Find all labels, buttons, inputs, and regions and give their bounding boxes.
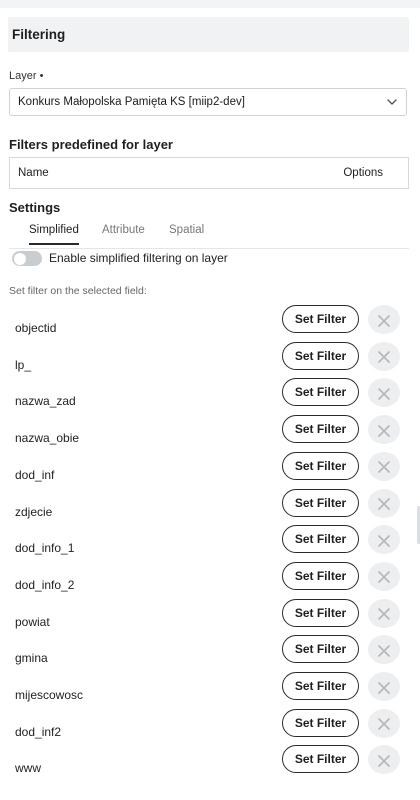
field-name: dod_inf: [15, 467, 55, 482]
predefined-filters-title: Filters predefined for layer: [9, 137, 173, 152]
clear-filter-button[interactable]: [368, 635, 400, 665]
panel-header: Filtering: [8, 17, 409, 52]
field-name: zdjecie: [15, 504, 53, 519]
close-icon: [378, 424, 390, 437]
settings-title: Settings: [9, 200, 61, 215]
field-row: mijescowosc Set Filter: [0, 669, 420, 705]
clear-filter-button[interactable]: [368, 415, 400, 445]
field-row: zdjecie Set Filter: [0, 486, 420, 522]
tab-simplified[interactable]: Simplified: [29, 224, 79, 245]
set-filter-button[interactable]: Set Filter: [282, 378, 359, 407]
field-row: dod_inf2 Set Filter: [0, 706, 420, 742]
close-icon: [378, 644, 390, 657]
predefined-filters-table: Name Options: [9, 157, 409, 189]
clear-filter-button[interactable]: [368, 451, 400, 481]
tab-attribute[interactable]: Attribute: [102, 224, 145, 236]
field-row: dod_inf Set Filter: [0, 449, 420, 485]
chevron-down-icon: [387, 99, 397, 105]
set-filter-button[interactable]: Set Filter: [282, 745, 359, 774]
close-icon: [378, 681, 390, 694]
clear-filter-button[interactable]: [368, 672, 400, 701]
field-name: mijescowosc: [15, 688, 84, 702]
clear-filter-button[interactable]: [368, 488, 400, 518]
field-name: dod_info_1: [15, 541, 75, 556]
field-name: objectid: [15, 321, 57, 335]
set-filter-button[interactable]: Set Filter: [282, 341, 359, 370]
layer-label: Layer •: [9, 70, 44, 82]
set-filter-button[interactable]: Set Filter: [282, 672, 359, 700]
close-icon: [378, 388, 390, 400]
field-name: lp_: [15, 357, 32, 372]
field-name: gmina: [15, 651, 48, 666]
clear-filter-button[interactable]: [368, 561, 400, 591]
close-icon: [378, 534, 390, 547]
close-icon: [378, 571, 390, 584]
clear-filter-button[interactable]: [368, 305, 400, 334]
set-filter-button[interactable]: Set Filter: [282, 488, 359, 517]
clear-filter-button[interactable]: [368, 598, 400, 628]
field-name: dod_info_2: [15, 577, 75, 592]
set-filter-button[interactable]: Set Filter: [282, 561, 359, 590]
field-row: dod_info_1 Set Filter: [0, 522, 420, 558]
set-filter-button[interactable]: Set Filter: [282, 708, 359, 737]
clear-filter-button[interactable]: [368, 708, 400, 738]
close-icon: [378, 498, 390, 510]
close-icon: [378, 755, 390, 767]
simplified-filtering-toggle-row: Enable simplified filtering on layer: [12, 250, 407, 268]
field-row: gmina Set Filter: [0, 632, 420, 668]
close-icon: [378, 608, 390, 620]
field-row: www Set Filter: [0, 742, 420, 778]
field-row: nazwa_zad Set Filter: [0, 375, 420, 411]
set-filter-button[interactable]: Set Filter: [282, 305, 359, 333]
field-row: objectid Set Filter: [0, 302, 420, 338]
clear-filter-button[interactable]: [368, 378, 400, 408]
layer-select-value: Konkurs Małopolska Pamięta KS [miip2-dev…: [18, 96, 245, 108]
field-row: nazwa_obie Set Filter: [0, 412, 420, 448]
close-icon: [378, 461, 390, 474]
set-filter-button[interactable]: Set Filter: [282, 525, 359, 554]
tab-spatial[interactable]: Spatial: [169, 224, 204, 236]
field-row: dod_info_2 Set Filter: [0, 559, 420, 595]
layer-select[interactable]: Konkurs Małopolska Pamięta KS [miip2-dev…: [9, 88, 407, 116]
field-row: lp_ Set Filter: [0, 339, 420, 375]
set-filter-button[interactable]: Set Filter: [282, 451, 359, 480]
clear-filter-button[interactable]: [368, 525, 400, 555]
field-row: powiat Set Filter: [0, 596, 420, 632]
column-header-options: Options: [343, 167, 383, 179]
set-filter-button[interactable]: Set Filter: [282, 598, 359, 627]
column-header-name: Name: [18, 167, 49, 179]
clear-filter-button[interactable]: [368, 341, 400, 371]
toggle-label: Enable simplified filtering on layer: [49, 251, 228, 265]
field-name: powiat: [15, 614, 50, 629]
field-name: dod_inf2: [15, 724, 62, 739]
top-strip: [0, 0, 420, 8]
clear-filter-button[interactable]: [368, 745, 400, 775]
close-icon: [378, 351, 390, 363]
close-icon: [378, 314, 390, 327]
simplified-filtering-toggle[interactable]: [12, 251, 42, 266]
set-filter-button[interactable]: Set Filter: [282, 635, 359, 664]
field-name: nazwa_obie: [15, 431, 80, 446]
close-icon: [378, 718, 390, 730]
field-filter-hint: Set filter on the selected field:: [9, 285, 147, 297]
settings-tabs: Simplified Attribute Spatial: [9, 222, 409, 249]
field-name: nazwa_zad: [15, 394, 76, 409]
toggle-knob: [14, 252, 26, 265]
field-name: www: [15, 761, 41, 776]
panel-title: Filtering: [12, 27, 66, 42]
set-filter-button[interactable]: Set Filter: [282, 415, 359, 444]
